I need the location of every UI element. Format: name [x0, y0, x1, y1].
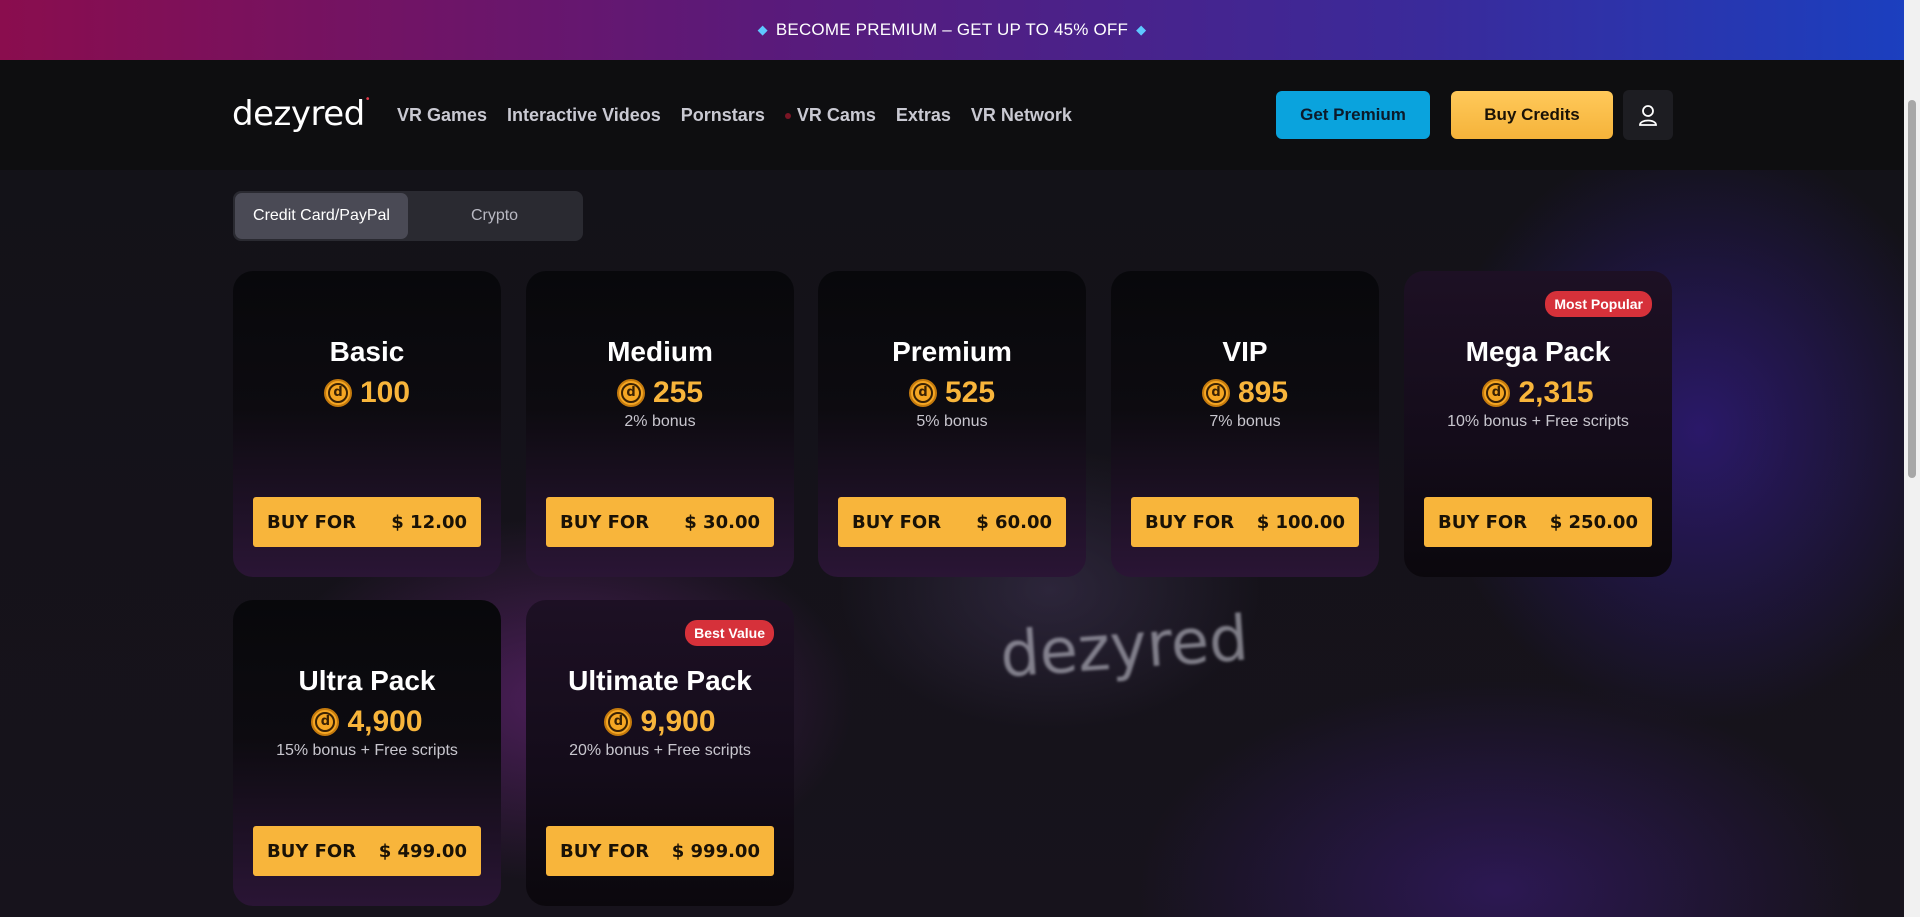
navbar: dezyred• VR Games Interactive Videos Por… [0, 60, 1904, 170]
pack-credits: d 525 [818, 376, 1086, 410]
nav-vr-network[interactable]: VR Network [971, 105, 1072, 126]
nav-vr-games[interactable]: VR Games [397, 105, 487, 126]
buy-button-ultimate-pack[interactable]: BUY FOR $ 999.00 [546, 826, 774, 876]
pack-credits: d 100 [233, 376, 501, 410]
pack-card-ultimate-pack: Best Value Ultimate Pack d 9,900 20% bonu… [526, 600, 794, 906]
pack-name: Premium [892, 336, 1012, 367]
coin-icon: d [616, 379, 645, 407]
coin-icon: d [323, 379, 352, 407]
best-value-badge: Best Value [685, 620, 774, 646]
pack-name: VIP [1222, 336, 1268, 367]
credits-section: dezyred Credit Card/PayPal Crypto Basic … [0, 170, 1904, 917]
live-dot-icon [784, 112, 791, 119]
page-scrollbar[interactable] [1904, 0, 1920, 917]
coin-icon: d [311, 708, 340, 736]
pack-card-medium: Medium d 255 2% bonus BUY FOR $ 30.00 [526, 271, 794, 577]
buy-credits-button[interactable]: Buy Credits [1451, 91, 1613, 139]
pack-name: Ultimate Pack [568, 665, 752, 696]
nav-vr-cams[interactable]: VR Cams [784, 105, 876, 126]
tab-credit-card-paypal[interactable]: Credit Card/PayPal [235, 193, 408, 239]
get-premium-button[interactable]: Get Premium [1276, 91, 1430, 139]
coin-icon: d [604, 708, 633, 736]
diamond-icon: ◆ [757, 22, 768, 37]
nav-extras[interactable]: Extras [896, 105, 951, 126]
coin-icon: d [1482, 379, 1511, 407]
pack-credits: d 9,900 [526, 705, 794, 739]
pack-credits: d 895 [1111, 376, 1379, 410]
pack-credits: d 2,315 [1404, 376, 1672, 410]
nav-pornstars[interactable]: Pornstars [681, 105, 765, 126]
coin-icon: d [1201, 379, 1230, 407]
pack-name: Mega Pack [1465, 336, 1611, 367]
coin-icon: d [908, 379, 937, 407]
scrollbar-thumb[interactable] [1908, 100, 1916, 478]
pack-name: Medium [607, 336, 713, 367]
nav-vr-cams-label: VR Cams [796, 105, 876, 125]
buy-button-vip[interactable]: BUY FOR $ 100.00 [1131, 497, 1359, 547]
pack-card-basic: Basic d 100 BUY FOR $ 12.00 [233, 271, 501, 577]
buy-button-medium[interactable]: BUY FOR $ 30.00 [546, 497, 774, 547]
pack-bonus: 20% bonus + Free scripts [569, 742, 751, 759]
buy-button-basic[interactable]: BUY FOR $ 12.00 [253, 497, 481, 547]
tab-crypto[interactable]: Crypto [408, 193, 581, 239]
pack-bonus: 15% bonus + Free scripts [276, 742, 458, 759]
pack-credits: d 255 [526, 376, 794, 410]
pack-card-mega-pack: Most Popular Mega Pack d 2,315 10% bonus … [1404, 271, 1672, 577]
pack-name: Ultra Pack [298, 665, 436, 696]
pack-bonus: 7% bonus [1209, 413, 1281, 430]
main-nav: VR Games Interactive Videos Pornstars VR… [397, 105, 1072, 126]
diamond-icon: ◆ [1136, 22, 1147, 37]
pack-bonus: 10% bonus + Free scripts [1447, 413, 1629, 430]
user-account-button[interactable] [1623, 90, 1673, 140]
logo[interactable]: dezyred• [232, 94, 371, 134]
buy-button-mega-pack[interactable]: BUY FOR $ 250.00 [1424, 497, 1652, 547]
background-logo: dezyred [997, 601, 1251, 692]
promo-banner[interactable]: ◆ BECOME PREMIUM – GET UP TO 45% OFF ◆ [0, 0, 1904, 60]
user-icon [1639, 105, 1657, 126]
pack-credits: d 4,900 [233, 705, 501, 739]
pack-card-vip: VIP d 895 7% bonus BUY FOR $ 100.00 [1111, 271, 1379, 577]
promo-text: BECOME PREMIUM – GET UP TO 45% OFF [775, 20, 1129, 39]
pack-bonus: 5% bonus [916, 413, 988, 430]
most-popular-badge: Most Popular [1545, 291, 1652, 317]
nav-interactive-videos[interactable]: Interactive Videos [507, 105, 661, 126]
pack-card-premium: Premium d 525 5% bonus BUY FOR $ 60.00 [818, 271, 1086, 577]
pack-bonus: 2% bonus [624, 413, 696, 430]
buy-button-ultra-pack[interactable]: BUY FOR $ 499.00 [253, 826, 481, 876]
pack-name: Basic [329, 336, 405, 367]
payment-method-tabs: Credit Card/PayPal Crypto [233, 191, 583, 241]
buy-button-premium[interactable]: BUY FOR $ 60.00 [838, 497, 1066, 547]
pack-card-ultra-pack: Ultra Pack d 4,900 15% bonus + Free scrip… [233, 600, 501, 906]
